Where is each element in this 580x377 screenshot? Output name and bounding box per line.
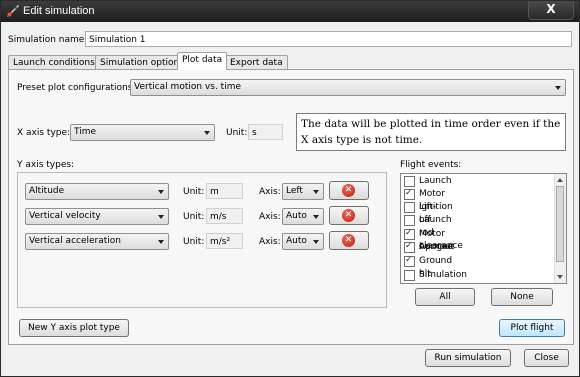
checkbox[interactable] bbox=[404, 176, 415, 187]
y-unit-field[interactable]: m/s² bbox=[206, 233, 243, 249]
delete-y-button[interactable]: ✕ bbox=[329, 231, 369, 250]
close-button[interactable]: Close bbox=[524, 349, 569, 367]
checkbox[interactable] bbox=[404, 187, 415, 200]
chevron-down-icon bbox=[555, 86, 561, 90]
y-axis-side-select[interactable]: Left bbox=[282, 183, 324, 200]
flight-events-label: Flight events: bbox=[400, 160, 462, 170]
window-close-button[interactable]: X bbox=[528, 1, 574, 20]
run-simulation-button[interactable]: Run simulation bbox=[425, 349, 511, 367]
delete-icon: ✕ bbox=[342, 234, 355, 247]
edit-simulation-dialog: Edit simulation X Simulation name: Simul… bbox=[0, 0, 580, 377]
scroll-up-icon[interactable] bbox=[557, 178, 563, 182]
x-unit-value: s bbox=[248, 124, 283, 140]
plot-flight-button[interactable]: Plot flight bbox=[499, 319, 565, 337]
y-axis-label: Y axis types: bbox=[17, 160, 75, 170]
checkbox[interactable] bbox=[404, 227, 415, 240]
chevron-down-icon bbox=[313, 240, 319, 244]
preset-select[interactable]: Vertical motion vs. time bbox=[130, 79, 566, 96]
simulation-name-label: Simulation name: bbox=[8, 35, 88, 45]
checkbox[interactable] bbox=[404, 240, 415, 253]
events-scrollbar[interactable] bbox=[554, 174, 566, 283]
scroll-down-icon[interactable] bbox=[557, 275, 563, 279]
chevron-down-icon bbox=[158, 240, 164, 244]
scroll-thumb[interactable] bbox=[556, 186, 564, 262]
tab-export-data[interactable]: Export data bbox=[225, 55, 288, 70]
chevron-down-icon bbox=[313, 190, 319, 194]
checkbox[interactable] bbox=[404, 254, 415, 267]
window-title: Edit simulation bbox=[23, 5, 95, 17]
tab-simulation-options[interactable]: Simulation options bbox=[95, 55, 189, 70]
preset-label: Preset plot configurations: bbox=[17, 83, 136, 93]
y-unit-field[interactable]: m bbox=[206, 183, 243, 199]
chevron-down-icon bbox=[313, 215, 319, 219]
y-axis-side-select[interactable]: Auto bbox=[282, 233, 324, 250]
delete-y-button[interactable]: ✕ bbox=[329, 181, 369, 200]
y-unit-label: Unit: bbox=[183, 187, 205, 197]
new-y-axis-button[interactable]: New Y axis plot type bbox=[19, 319, 129, 337]
y-axis-side-select[interactable]: Auto bbox=[282, 208, 324, 225]
y-unit-field[interactable]: m/s bbox=[206, 208, 243, 224]
tab-launch-conditions[interactable]: Launch conditions bbox=[8, 55, 100, 70]
y-type-select[interactable]: Altitude bbox=[25, 183, 169, 200]
x-unit-label: Unit: bbox=[226, 128, 248, 138]
y-unit-label: Unit: bbox=[183, 237, 205, 247]
select-all-events-button[interactable]: All bbox=[415, 288, 475, 306]
flight-events-list[interactable]: Launch Motor ignition Lift-off Launch ro… bbox=[400, 173, 567, 284]
delete-icon: ✕ bbox=[342, 209, 355, 222]
close-icon: X bbox=[546, 2, 556, 16]
chevron-down-icon bbox=[204, 131, 210, 135]
x-axis-label: X axis type: bbox=[17, 128, 71, 138]
y-type-select[interactable]: Vertical acceleration bbox=[25, 233, 169, 250]
y-axis-side-label: Axis: bbox=[259, 237, 281, 247]
chevron-down-icon bbox=[158, 215, 164, 219]
select-none-events-button[interactable]: None bbox=[491, 288, 553, 306]
title-bar[interactable]: Edit simulation X bbox=[1, 1, 579, 22]
y-axis-side-label: Axis: bbox=[259, 212, 281, 222]
delete-icon: ✕ bbox=[342, 184, 355, 197]
y-type-select[interactable]: Vertical velocity bbox=[25, 208, 169, 225]
checkbox[interactable] bbox=[404, 215, 415, 226]
y-axis-side-label: Axis: bbox=[259, 187, 281, 197]
checkbox[interactable] bbox=[404, 270, 415, 281]
rocket-icon bbox=[7, 5, 19, 17]
delete-y-button[interactable]: ✕ bbox=[329, 206, 369, 225]
chevron-down-icon bbox=[158, 190, 164, 194]
x-axis-note: The data will be plotted in time order e… bbox=[296, 113, 566, 151]
checkbox[interactable] bbox=[404, 202, 415, 213]
y-unit-label: Unit: bbox=[183, 212, 205, 222]
tab-plot-data[interactable]: Plot data bbox=[177, 52, 228, 70]
x-axis-select[interactable]: Time bbox=[70, 124, 215, 141]
simulation-name-input[interactable]: Simulation 1 bbox=[85, 31, 572, 47]
